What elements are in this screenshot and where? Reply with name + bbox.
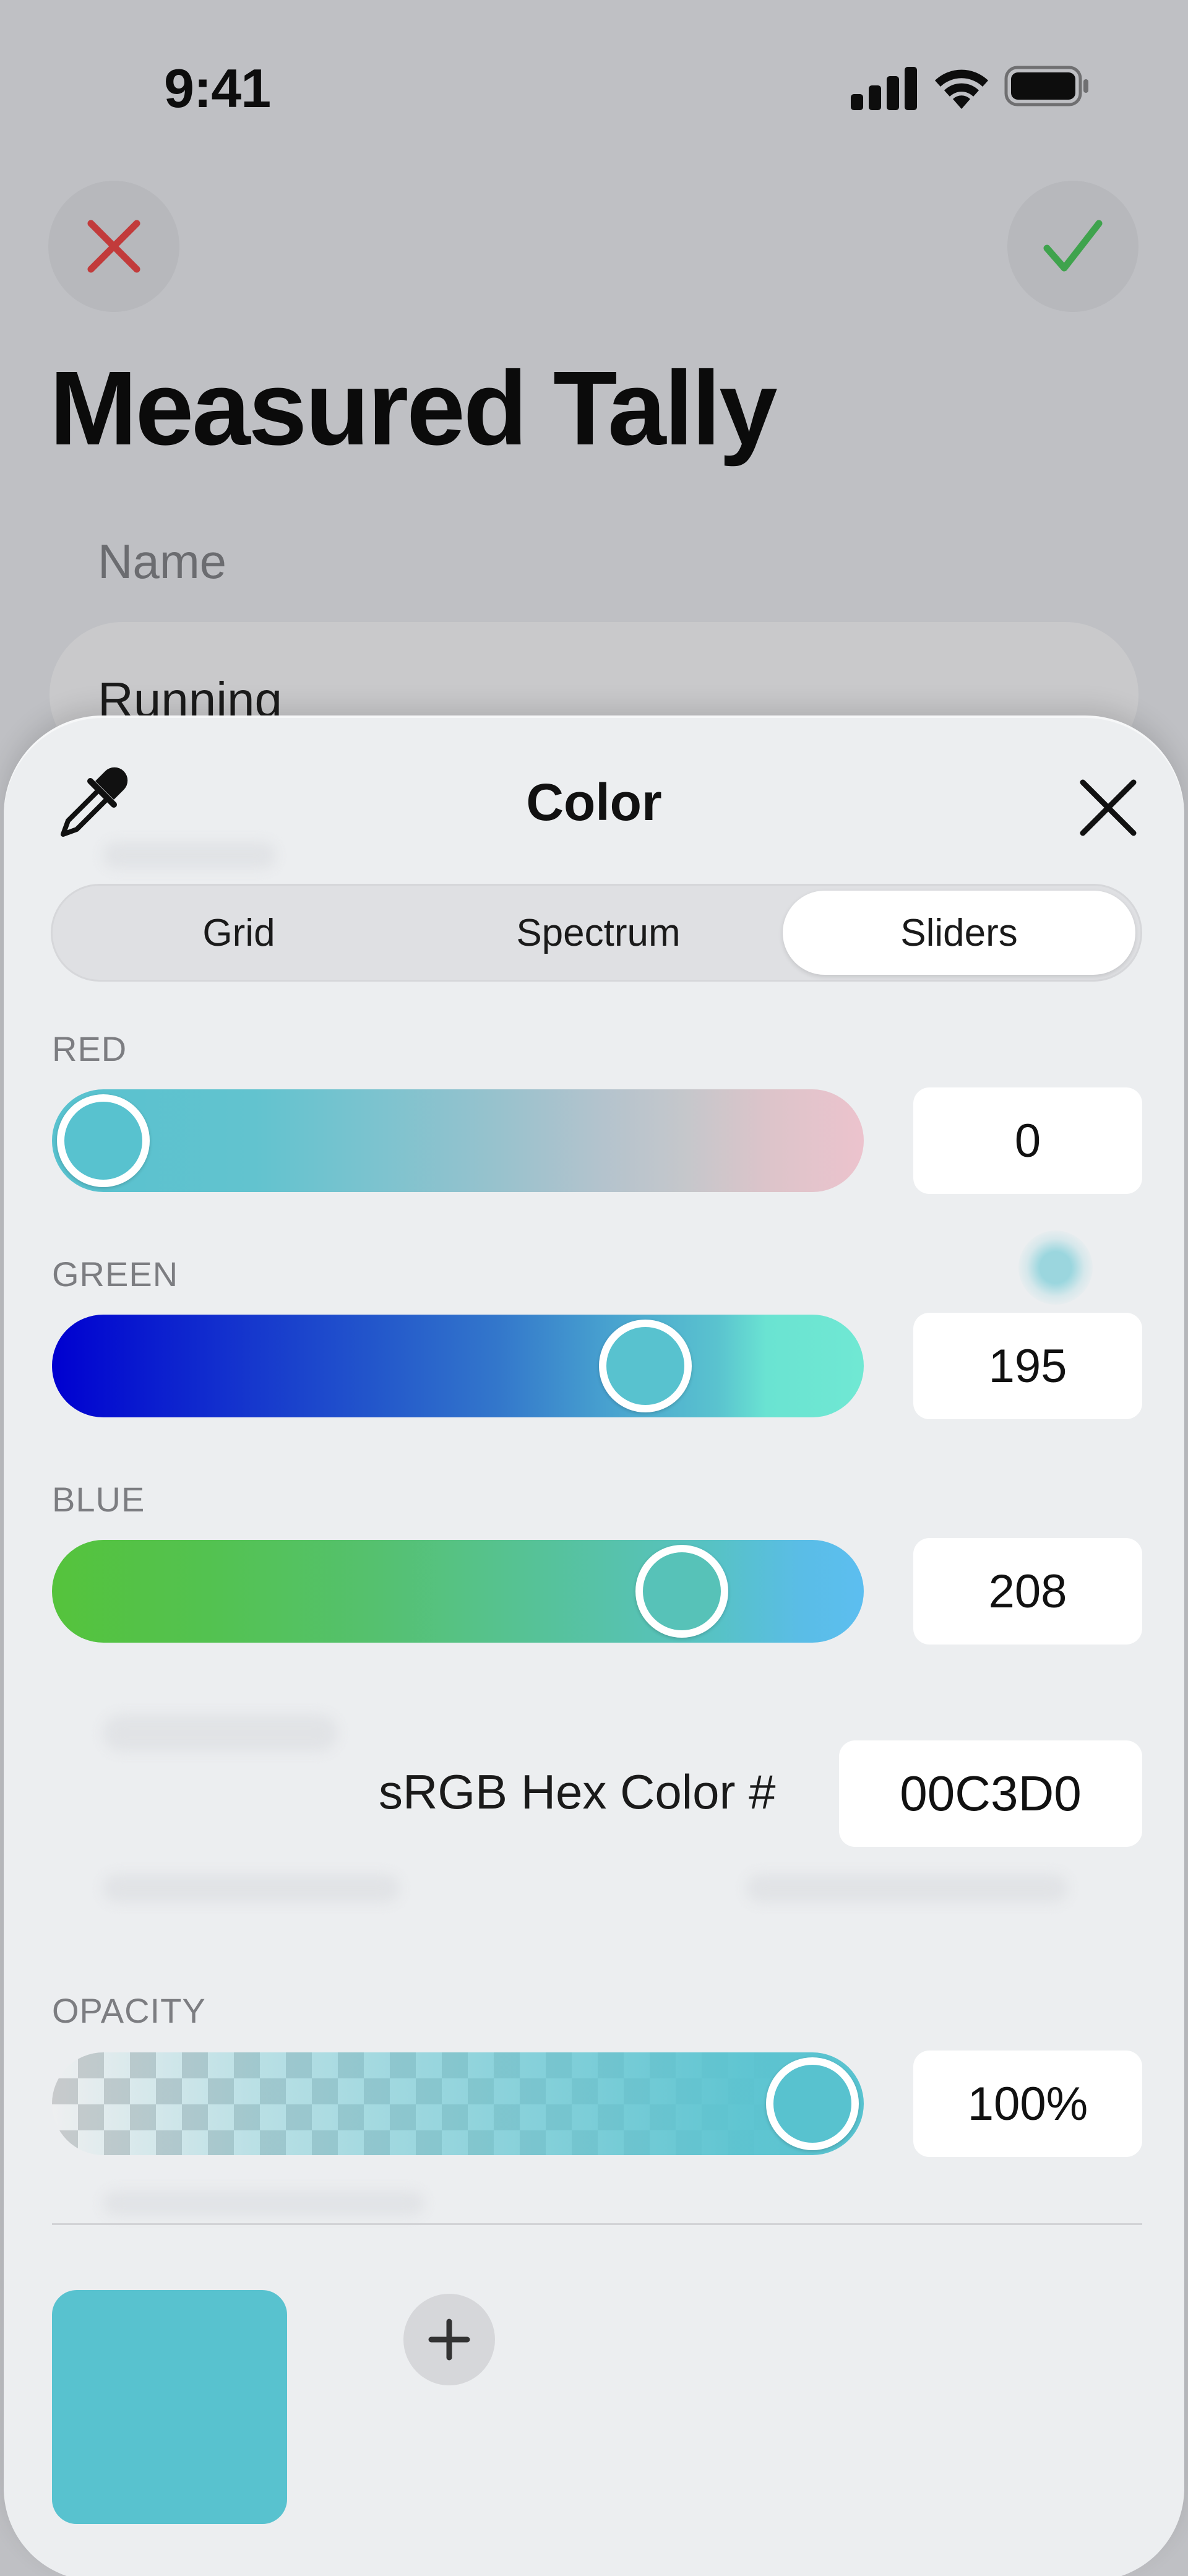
ghost-text xyxy=(103,2191,424,2216)
blue-label: BLUE xyxy=(52,1480,145,1519)
close-x-icon xyxy=(87,220,140,273)
green-slider-track[interactable] xyxy=(52,1315,864,1417)
ghost-text xyxy=(103,1714,338,1752)
hex-label: sRGB Hex Color # xyxy=(379,1765,776,1819)
opacity-value-field[interactable]: 100% xyxy=(913,2051,1142,2157)
checkmark-icon xyxy=(1043,220,1103,272)
status-time: 9:41 xyxy=(164,58,271,119)
wifi-icon xyxy=(935,69,988,109)
add-swatch-button[interactable] xyxy=(403,2294,495,2385)
red-slider-thumb[interactable] xyxy=(57,1094,150,1187)
cellular-signal-icon xyxy=(851,67,917,110)
battery-icon xyxy=(1004,66,1088,106)
picker-mode-tabs: Grid Spectrum Sliders xyxy=(51,884,1142,982)
confirm-button[interactable] xyxy=(1007,181,1138,312)
color-picker-title: Color xyxy=(526,773,662,831)
green-label: GREEN xyxy=(52,1255,179,1294)
plus-icon xyxy=(428,2319,470,2361)
current-color-swatch[interactable] xyxy=(52,2290,287,2524)
opacity-slider-track[interactable] xyxy=(52,2052,864,2155)
red-value-field[interactable]: 0 xyxy=(913,1087,1142,1194)
blue-value-field[interactable]: 208 xyxy=(913,1538,1142,1645)
color-picker-sheet: Color Grid Spectrum Sliders RED 0 GREEN … xyxy=(4,718,1184,2576)
red-slider-track[interactable] xyxy=(52,1089,864,1192)
green-slider-thumb[interactable] xyxy=(599,1320,692,1412)
touch-indicator xyxy=(1018,1230,1093,1305)
screen: 9:41 Measured Tally Name Running Color G… xyxy=(0,0,1188,2576)
blue-slider-track[interactable] xyxy=(52,1540,864,1643)
opacity-slider-thumb[interactable] xyxy=(766,2057,859,2150)
status-bar: 9:41 xyxy=(0,0,1188,173)
ghost-text xyxy=(103,1874,400,1903)
cancel-button[interactable] xyxy=(48,181,179,312)
ghost-text xyxy=(746,1874,1068,1903)
tab-spectrum[interactable]: Spectrum xyxy=(422,891,775,975)
green-value-field[interactable]: 195 xyxy=(913,1313,1142,1419)
blue-slider-thumb[interactable] xyxy=(635,1545,728,1638)
page-title: Measured Tally xyxy=(50,350,778,467)
tab-sliders[interactable]: Sliders xyxy=(783,891,1135,975)
hex-value-field[interactable]: 00C3D0 xyxy=(839,1740,1142,1847)
divider xyxy=(52,2223,1142,2225)
name-label: Name xyxy=(98,534,227,589)
close-x-icon[interactable] xyxy=(1074,774,1142,842)
opacity-label: OPACITY xyxy=(52,1991,206,2030)
red-label: RED xyxy=(52,1029,127,1068)
tab-grid[interactable]: Grid xyxy=(62,891,415,975)
ghost-text xyxy=(103,842,276,869)
